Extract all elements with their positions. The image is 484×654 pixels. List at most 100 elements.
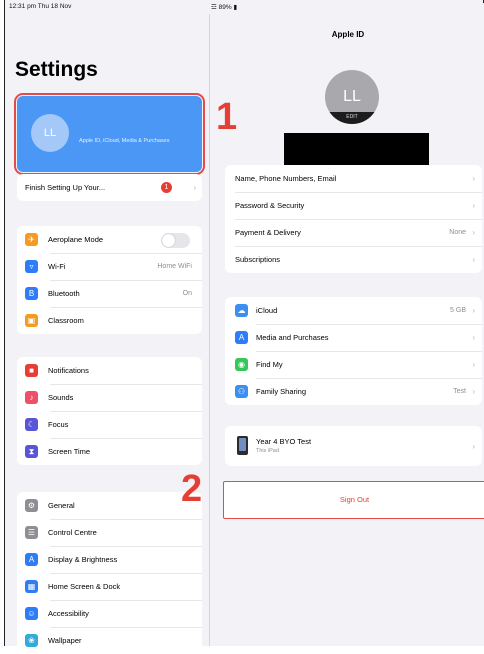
device-subtitle: This iPad [256, 448, 279, 454]
devices-group: Year 4 BYO Test This iPad › [225, 426, 482, 466]
screen-time-icon: ⧗ [25, 445, 38, 458]
notification-badge: 1 [161, 182, 172, 193]
avatar-initials: LL [343, 88, 361, 105]
chevron-right-icon: › [472, 306, 475, 315]
apple-id-item-icloud[interactable]: ☁ iCloud 5 GB › [225, 297, 482, 324]
apple-id-item-payment-delivery[interactable]: Payment & Delivery None › [225, 219, 482, 246]
status-bar: 12:31 pm Thu 18 Nov ☲ 89% ▮ [5, 0, 484, 635]
ipad-icon [237, 436, 248, 455]
sidebar-item-label: Classroom [48, 316, 84, 325]
sign-out-label: Sign Out [339, 495, 370, 504]
aeroplane-mode-toggle[interactable] [161, 233, 190, 248]
sidebar-item-general[interactable]: ⚙ General [17, 492, 202, 519]
row-label: Family Sharing [256, 387, 307, 396]
row-label: Name, Phone Numbers, Email [235, 174, 337, 183]
sidebar-item-label: Accessibility [48, 609, 89, 618]
sidebar-item-display-brightness[interactable]: A Display & Brightness [17, 546, 202, 573]
sidebar-item-bluetooth[interactable]: B Bluetooth On [17, 280, 202, 307]
app-store-icon: A [235, 331, 248, 344]
apple-id-item-subscriptions[interactable]: Subscriptions › [225, 246, 482, 273]
finish-setup-label: Finish Setting Up Your... [25, 183, 106, 192]
sidebar-item-home-screen-dock[interactable]: ▦ Home Screen & Dock [17, 573, 202, 600]
sign-out-button[interactable]: Sign Out [223, 481, 484, 519]
sidebar-item-control-centre[interactable]: ☰ Control Centre [17, 519, 202, 546]
home-screen-icon: ▦ [25, 580, 38, 593]
sidebar-item-focus[interactable]: ☾ Focus [17, 411, 202, 438]
sidebar-item-value: Home WiFi [157, 263, 192, 270]
status-time: 12:31 pm Thu 18 Nov [9, 3, 72, 10]
control-centre-icon: ☰ [25, 526, 38, 539]
sidebar-item-value: On [182, 290, 192, 297]
device-row[interactable]: Year 4 BYO Test This iPad › [225, 426, 482, 466]
settings-sidebar: Settings LL Apple ID, iCloud, Media & Pu… [5, 14, 210, 654]
sidebar-item-label: Bluetooth [48, 289, 80, 298]
profile-subtitle: Apple ID, iCloud, Media & Purchases [79, 138, 170, 144]
chevron-right-icon: › [193, 183, 196, 192]
sidebar-item-label: Sounds [48, 393, 74, 402]
sidebar-item-screen-time[interactable]: ⧗ Screen Time [17, 438, 202, 465]
apple-id-profile-card[interactable]: LL Apple ID, iCloud, Media & Purchases [14, 93, 205, 175]
icloud-icon: ☁ [235, 304, 248, 317]
sidebar-item-aeroplane-mode[interactable]: ✈ Aeroplane Mode [17, 226, 202, 253]
sidebar-item-label: Notifications [48, 366, 89, 375]
annotation-marker-1: 1 [216, 96, 238, 138]
apple-id-item-password-security[interactable]: Password & Security › [225, 192, 482, 219]
row-label: Find My [256, 360, 283, 369]
sidebar-item-notifications[interactable]: ■ Notifications [17, 357, 202, 384]
airplane-icon: ✈ [25, 233, 38, 246]
sidebar-item-label: Display & Brightness [48, 555, 118, 564]
chevron-right-icon: › [472, 441, 475, 451]
sidebar-item-classroom[interactable]: ▣ Classroom [17, 307, 202, 334]
focus-icon: ☾ [25, 418, 38, 431]
chevron-right-icon: › [472, 255, 475, 264]
services-group: ☁ iCloud 5 GB › A Media and Purchases › ◉ Find M… [225, 297, 482, 405]
chevron-right-icon: › [472, 333, 475, 342]
sidebar-item-label: Screen Time [48, 447, 91, 456]
accessibility-icon: ☺ [25, 607, 38, 620]
apple-id-item-media-and-purchases[interactable]: A Media and Purchases › [225, 324, 482, 351]
chevron-right-icon: › [472, 174, 475, 183]
sidebar-item-label: Focus [48, 420, 69, 429]
apple-id-item-name-phone-numbers-email[interactable]: Name, Phone Numbers, Email › [225, 165, 482, 192]
page-title: Apple ID [331, 30, 365, 39]
chevron-right-icon: › [472, 360, 475, 369]
family-sharing-icon: ⚇ [235, 385, 248, 398]
find-my-icon: ◉ [235, 358, 248, 371]
avatar: LL [31, 114, 69, 152]
wallpaper-icon: ❀ [25, 634, 38, 647]
sidebar-item-wi-fi[interactable]: ▿ Wi-Fi Home WiFi [17, 253, 202, 280]
general-icon: ⚙ [25, 499, 38, 512]
apple-id-item-family-sharing[interactable]: ⚇ Family Sharing Test › [225, 378, 482, 405]
row-label: Media and Purchases [256, 333, 329, 342]
row-value: Test [453, 388, 466, 395]
chevron-right-icon: › [472, 201, 475, 210]
row-label: Subscriptions [235, 255, 281, 264]
row-label: Payment & Delivery [235, 228, 301, 237]
system-group: ⚙ General ☰ Control Centre A Display & Bright… [17, 492, 202, 654]
sidebar-item-accessibility[interactable]: ☺ Accessibility [17, 600, 202, 627]
device-name: Year 4 BYO Test [256, 437, 312, 446]
redacted-name [284, 133, 429, 169]
chevron-right-icon: › [472, 387, 475, 396]
avatar-edit-label: EDIT [325, 112, 379, 124]
apple-id-pane: Apple ID LL EDIT Name, Phone Numbers, Em… [211, 14, 484, 646]
sidebar-item-label: Aeroplane Mode [48, 235, 104, 244]
row-value: 5 GB [450, 307, 466, 314]
bluetooth-icon: B [25, 287, 38, 300]
profile-avatar[interactable]: LL EDIT [325, 70, 379, 124]
sidebar-item-wallpaper[interactable]: ❀ Wallpaper [17, 627, 202, 654]
row-label: iCloud [256, 306, 278, 315]
ipad-screen: 12:31 pm Thu 18 Nov ☲ 89% ▮ Settings LL … [4, 0, 484, 654]
annotation-marker-2: 2 [181, 468, 203, 510]
sidebar-item-sounds[interactable]: ♪ Sounds [17, 384, 202, 411]
notifications-icon: ■ [25, 364, 38, 377]
finish-setup-row[interactable]: Finish Setting Up Your... 1 › [17, 174, 202, 201]
display-icon: A [25, 553, 38, 566]
apple-id-item-find-my[interactable]: ◉ Find My › [225, 351, 482, 378]
sidebar-item-label: Control Centre [48, 528, 97, 537]
settings-title: Settings [15, 58, 98, 81]
wifi-icon: ▿ [25, 260, 38, 273]
sounds-icon: ♪ [25, 391, 38, 404]
sidebar-item-label: Home Screen & Dock [48, 582, 121, 591]
sidebar-item-label: General [48, 501, 75, 510]
